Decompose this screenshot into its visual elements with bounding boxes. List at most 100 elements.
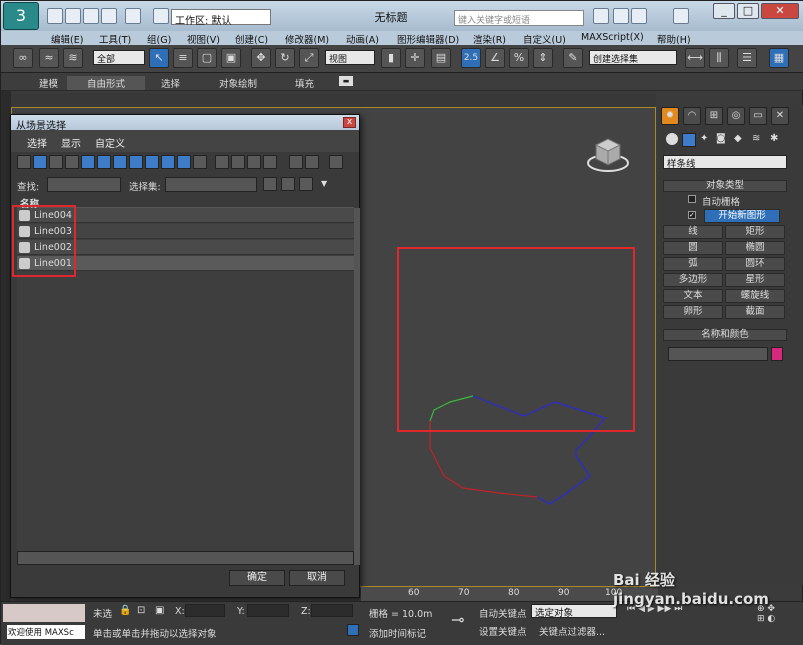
align-icon[interactable]: ⫼ — [709, 48, 729, 68]
select-by-name-icon[interactable]: ≡ — [173, 48, 193, 68]
select-object-icon[interactable]: ↖ — [149, 48, 169, 68]
star-icon[interactable] — [631, 8, 647, 24]
funnel-filter-icon[interactable] — [289, 155, 303, 169]
dialog-close-button[interactable]: x — [343, 117, 356, 128]
time-tag-icon[interactable] — [347, 624, 359, 636]
absolute-mode-icon[interactable]: ▣ — [155, 605, 164, 616]
category-dropdown[interactable]: 样条线 — [663, 155, 787, 170]
keyboard-shortcut-icon[interactable]: ▤ — [431, 48, 451, 68]
menu-views[interactable]: 视图(V) — [187, 32, 220, 46]
project-folder-icon[interactable] — [153, 8, 169, 24]
bone-filter-icon[interactable] — [145, 155, 159, 169]
ribbon-options-icon[interactable]: ▬ — [339, 76, 353, 86]
z-field[interactable] — [311, 604, 353, 617]
select-invert-icon[interactable] — [247, 155, 261, 169]
ref-coord-dropdown[interactable]: 视图 — [325, 50, 375, 65]
rectangle-button[interactable]: 矩形 — [725, 225, 785, 239]
tab-populate[interactable]: 填充 — [295, 76, 314, 90]
undo-icon[interactable] — [101, 8, 117, 24]
selection-lock-icon[interactable]: ⊡ — [137, 605, 145, 616]
layer-manager-icon[interactable]: ☰ — [737, 48, 757, 68]
tab-modeling[interactable]: 建模 — [39, 76, 58, 90]
utilities-tab-icon[interactable]: ✕ — [771, 107, 789, 125]
workspace-dropdown[interactable]: 工作区: 默认 — [171, 9, 271, 27]
select-none-icon[interactable] — [231, 155, 245, 169]
snap-toggle-icon[interactable]: 2.5 — [461, 48, 481, 68]
helpers-icon[interactable]: ◆ — [734, 133, 742, 144]
spacewarp-filter-icon[interactable] — [97, 155, 111, 169]
menu-help[interactable]: 帮助(H) — [657, 32, 691, 46]
menu-modifiers[interactable]: 修改器(M) — [285, 32, 329, 46]
key-mode-icon[interactable]: ⊸ — [451, 610, 464, 629]
horizontal-scrollbar[interactable] — [17, 551, 354, 565]
binoculars-icon[interactable] — [593, 8, 609, 24]
search-input[interactable]: 键入关键字或短语 — [454, 10, 584, 26]
tab-object-paint[interactable]: 对象绘制 — [219, 76, 257, 90]
dialog-menu-customize[interactable]: 自定义 — [95, 135, 125, 150]
auto-key-button[interactable]: 自动关键点 — [479, 606, 527, 620]
xref-filter-icon[interactable] — [129, 155, 143, 169]
find-input[interactable] — [47, 177, 121, 192]
hidden-filter-icon[interactable] — [193, 155, 207, 169]
menu-customize[interactable]: 自定义(U) — [523, 32, 566, 46]
cameras-icon[interactable]: ◙ — [716, 133, 726, 144]
object-color-swatch[interactable] — [771, 347, 783, 361]
pivot-icon[interactable]: ▮ — [381, 48, 401, 68]
menu-create[interactable]: 创建(C) — [235, 32, 268, 46]
auto-grid-checkbox[interactable] — [688, 195, 696, 203]
add-time-tag[interactable]: 添加时间标记 — [369, 626, 426, 640]
bind-space-warp-icon[interactable]: ≋ — [63, 48, 83, 68]
ok-button[interactable]: 确定 — [229, 570, 285, 586]
line-button[interactable]: 线 — [663, 225, 723, 239]
object-type-rollout[interactable]: 对象类型 — [663, 180, 787, 192]
new-file-icon[interactable] — [47, 8, 63, 24]
light-filter-icon[interactable] — [49, 155, 63, 169]
filter-options-icon[interactable] — [305, 155, 319, 169]
helper-filter-icon[interactable] — [81, 155, 95, 169]
selset-add-icon[interactable] — [263, 177, 277, 191]
list-view-icon[interactable] — [263, 155, 277, 169]
donut-button[interactable]: 圆环 — [725, 257, 785, 271]
viewcube-icon[interactable] — [586, 133, 629, 173]
help-icon[interactable] — [673, 8, 689, 24]
named-selection-dropdown[interactable]: 创建选择集 — [589, 50, 677, 65]
display-tab-icon[interactable]: ▭ — [749, 107, 767, 125]
rotate-icon[interactable]: ↻ — [275, 48, 295, 68]
set-key-button[interactable]: 设置关键点 — [479, 624, 527, 638]
angle-snap-icon[interactable]: ∠ — [485, 48, 505, 68]
spacewarps-icon[interactable]: ≋ — [752, 133, 760, 144]
create-tab-icon[interactable]: ✹ — [661, 107, 679, 125]
unlink-icon[interactable]: ≈ — [39, 48, 59, 68]
save-file-icon[interactable] — [83, 8, 99, 24]
object-name-input[interactable] — [668, 347, 768, 361]
vertical-scrollbar[interactable] — [354, 208, 360, 565]
menu-edit[interactable]: 编辑(E) — [51, 32, 83, 46]
geometry-filter-icon[interactable] — [17, 155, 31, 169]
window-crossing-icon[interactable]: ▣ — [221, 48, 241, 68]
tab-freeform[interactable]: 自由形式 — [67, 76, 146, 90]
select-manipulate-icon[interactable]: ✛ — [405, 48, 425, 68]
dialog-menu-select[interactable]: 选择 — [27, 135, 47, 150]
circle-button[interactable]: 圆 — [663, 241, 723, 255]
menu-animation[interactable]: 动画(A) — [346, 32, 379, 46]
render-setup-icon[interactable]: ▦ — [769, 48, 789, 68]
menu-rendering[interactable]: 渲染(R) — [473, 32, 506, 46]
lights-icon[interactable]: ✦ — [700, 133, 708, 144]
menu-tools[interactable]: 工具(T) — [99, 32, 131, 46]
section-button[interactable]: 截面 — [725, 305, 785, 319]
app-logo-button[interactable]: 3 — [3, 2, 39, 30]
tab-selection[interactable]: 选择 — [161, 76, 180, 90]
key-icon[interactable] — [613, 8, 629, 24]
selection-filter-dropdown[interactable]: 全部 — [93, 50, 145, 65]
name-color-rollout[interactable]: 名称和颜色 — [663, 329, 787, 341]
egg-button[interactable]: 卵形 — [663, 305, 723, 319]
start-new-shape-checkbox[interactable]: ✓ — [688, 211, 696, 219]
menu-graph-editors[interactable]: 图形编辑器(D) — [397, 32, 459, 46]
text-button[interactable]: 文本 — [663, 289, 723, 303]
y-field[interactable] — [247, 604, 289, 617]
selset-remove-icon[interactable] — [281, 177, 295, 191]
mirror-icon[interactable]: ⟷ — [685, 48, 705, 68]
move-icon[interactable]: ✥ — [251, 48, 271, 68]
columns-icon[interactable] — [329, 155, 343, 169]
edit-named-sel-icon[interactable]: ✎ — [563, 48, 583, 68]
